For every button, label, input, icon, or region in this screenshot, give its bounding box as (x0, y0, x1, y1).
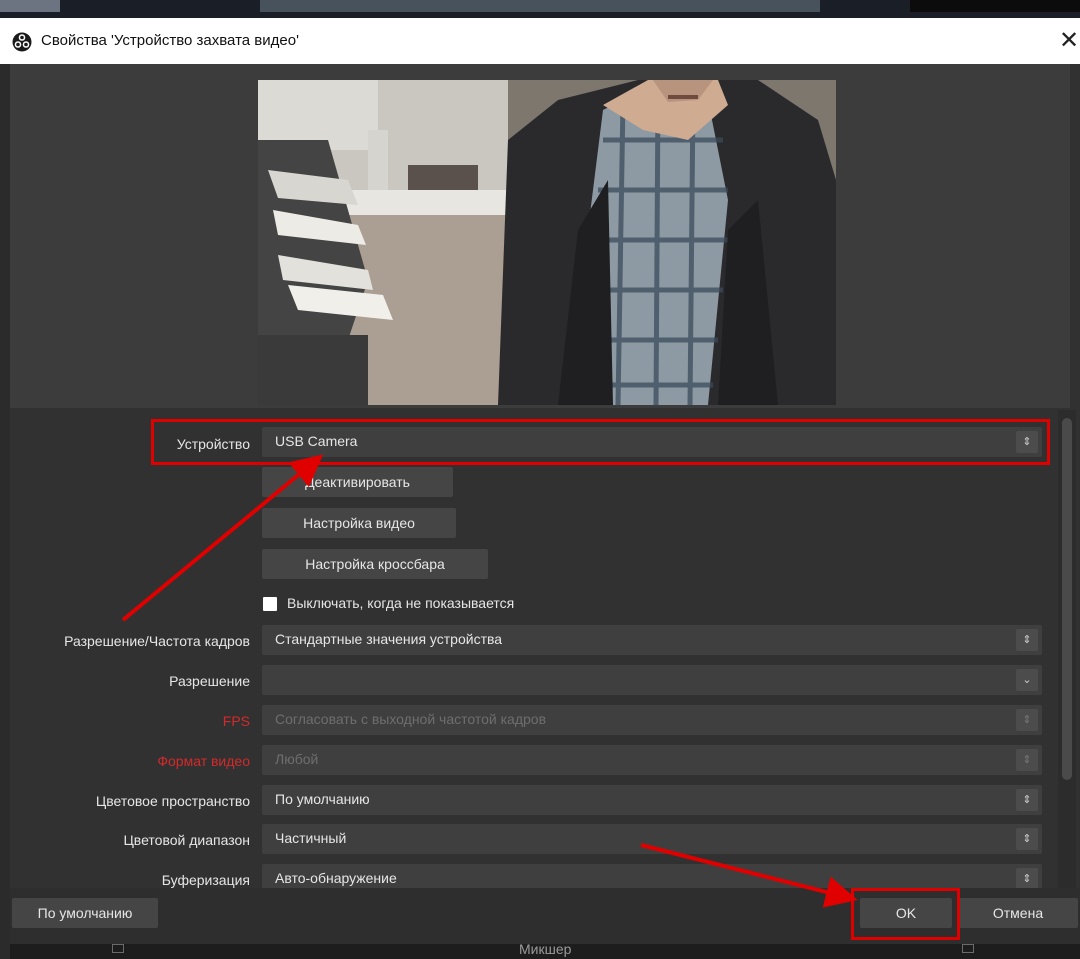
video-format-label: Формат видео (157, 753, 250, 769)
resolution-fps-type-value: Стандартные значения устройства (275, 631, 503, 647)
device-select[interactable]: USB Camera ⇕ (262, 427, 1042, 457)
resolution-fps-type-label: Разрешение/Частота кадров (64, 633, 250, 649)
fps-value: Согласовать с выходной частотой кадров (275, 711, 547, 727)
background-thumbnail (0, 0, 60, 12)
background-preview (260, 0, 820, 12)
device-label: Устройство (176, 436, 250, 452)
undock-icon[interactable] (112, 944, 124, 953)
deactivate-when-hidden-checkbox[interactable] (263, 597, 277, 611)
undock-icon[interactable] (962, 944, 974, 953)
resolution-fps-type-select[interactable]: Стандартные значения устройства ⇕ (262, 625, 1042, 655)
updown-arrows-icon: ⇕ (1016, 789, 1038, 811)
window-title: Свойства 'Устройство захвата видео' (41, 32, 299, 49)
crossbar-config-button[interactable]: Настройка кроссбара (262, 549, 488, 579)
updown-arrows-icon: ⇕ (1016, 629, 1038, 651)
cancel-button[interactable]: Отмена (958, 898, 1078, 928)
color-space-label: Цветовое пространство (95, 793, 250, 809)
color-range-label: Цветовой диапазон (123, 832, 250, 848)
buffering-value: Авто-обнаружение (275, 870, 397, 886)
color-range-value: Частичный (275, 830, 347, 846)
defaults-button[interactable]: По умолчанию (12, 898, 158, 928)
color-range-select[interactable]: Частичный ⇕ (262, 824, 1042, 854)
deactivate-button[interactable]: Деактивировать (262, 467, 453, 497)
mixer-title: Микшер (519, 941, 572, 957)
updown-arrows-icon: ⇕ (1016, 868, 1038, 890)
camera-preview-image (258, 80, 836, 405)
fps-select: Согласовать с выходной частотой кадров ⇕ (262, 705, 1042, 735)
color-space-value: По умолчанию (275, 791, 370, 807)
resolution-combobox[interactable]: ⌄ (262, 665, 1042, 695)
video-config-button[interactable]: Настройка видео (262, 508, 456, 538)
updown-arrows-icon: ⇕ (1016, 749, 1038, 771)
background-dark-panel (910, 0, 1080, 12)
obs-logo-icon (12, 32, 32, 52)
chevron-down-icon: ⌄ (1016, 669, 1038, 691)
close-button[interactable]: ✕ (1054, 24, 1080, 58)
resolution-label: Разрешение (169, 673, 250, 689)
color-space-select[interactable]: По умолчанию ⇕ (262, 785, 1042, 815)
deactivate-when-hidden-label[interactable]: Выключать, когда не показывается (287, 595, 514, 611)
device-value: USB Camera (275, 433, 358, 449)
updown-arrows-icon: ⇕ (1016, 431, 1038, 453)
title-bar: Свойства 'Устройство захвата видео' ✕ (0, 18, 1080, 64)
video-format-select: Любой ⇕ (262, 745, 1042, 775)
fps-label: FPS (222, 713, 250, 729)
updown-arrows-icon: ⇕ (1016, 709, 1038, 731)
ok-button[interactable]: OK (860, 898, 952, 928)
updown-arrows-icon: ⇕ (1016, 828, 1038, 850)
background-app-strip (0, 0, 1080, 18)
scrollbar-thumb[interactable] (1062, 418, 1072, 780)
video-format-value: Любой (275, 751, 319, 767)
buffering-label: Буферизация (161, 872, 250, 888)
